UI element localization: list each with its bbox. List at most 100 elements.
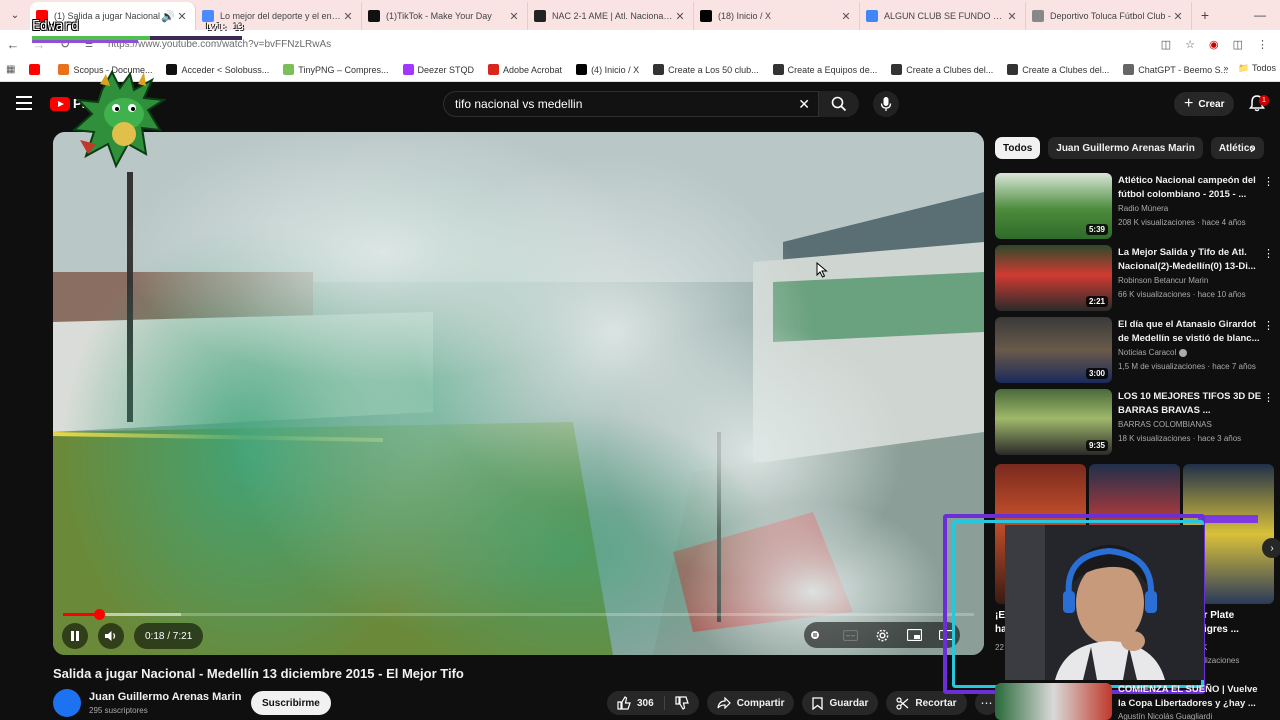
settings-gear-icon[interactable] (874, 627, 890, 643)
recommendation-channel[interactable]: Agustín Nicolás Guagliardi (1118, 712, 1212, 720)
tab-audio-icon[interactable]: 🔊 (161, 10, 175, 23)
tab-close-icon[interactable]: ✕ (1171, 10, 1185, 23)
dragon-mascot-icon (72, 70, 168, 169)
like-button[interactable]: 306 (607, 696, 665, 710)
url-field[interactable]: https://www.youtube.com/watch?v=bvFFNzLR… (108, 39, 1161, 50)
voice-search-button[interactable] (873, 91, 899, 117)
share-label: Compartir (736, 697, 785, 709)
save-button[interactable]: Guardar (802, 691, 879, 715)
bookmark-item[interactable]: ChatGPT - Beemo S... (1123, 64, 1228, 75)
browser-tab[interactable]: ALGUN CLUB SE FUNDO EL 28 ✕ (860, 2, 1026, 30)
bookmark-item[interactable] (29, 64, 44, 75)
install-icon[interactable]: ◫ (1161, 38, 1171, 51)
recommendation-thumbnail[interactable]: 2:21 (995, 245, 1112, 311)
bookmark-item[interactable]: Adobe Acrobat (488, 64, 562, 75)
tab-close-icon[interactable]: ✕ (175, 10, 189, 23)
browser-tab[interactable]: (18) Inicio / X ✕ (694, 2, 860, 30)
progress-bar[interactable] (63, 609, 974, 620)
all-bookmarks[interactable]: » 📁 Todos (1223, 63, 1276, 74)
bookmark-star-icon[interactable]: ☆ (1185, 38, 1195, 51)
bookmark-item[interactable]: Deezer STQD (402, 64, 474, 75)
screen: ⌄ (1) Salida a jugar Nacional 🔊 ✕ Lo mejor … (0, 0, 1280, 720)
filter-chip[interactable]: Todos (995, 137, 1041, 159)
browser-tab[interactable]: (1)TikTok - Make Your Day ✕ (362, 2, 528, 30)
captions-icon[interactable] (842, 627, 858, 643)
subscribe-button[interactable]: Suscribirme (251, 691, 331, 715)
recommendation-item[interactable]: COMIENZA EL SUEÑO | Vuelve la Copa Liber… (995, 683, 1280, 720)
volume-button[interactable] (98, 623, 124, 649)
video-frame[interactable] (53, 132, 984, 655)
bookmark-item[interactable]: Create a Equipos de... (772, 64, 877, 75)
chips-next-icon[interactable]: › (1250, 140, 1255, 156)
miniplayer-icon[interactable] (906, 627, 922, 643)
tab-close-icon[interactable]: ✕ (507, 10, 521, 23)
right-controls (804, 622, 960, 648)
back-icon[interactable]: ← (0, 37, 26, 52)
menu-icon[interactable]: ⋮ (1257, 38, 1268, 51)
extension-icon[interactable]: ◉ (1209, 38, 1219, 51)
recommendation-thumbnail[interactable]: 9:35 (995, 389, 1112, 455)
recommendation-item[interactable]: 5:39 Atlético Nacional campeón del fútbol… (995, 173, 1280, 239)
share-button[interactable]: Compartir (706, 691, 795, 715)
menu-hamburger-icon[interactable] (16, 96, 32, 114)
clear-search-icon[interactable]: ✕ (798, 96, 810, 113)
pause-button[interactable] (62, 623, 88, 649)
recommendation-title[interactable]: El día que el Atanasio Girardot de Medel… (1118, 318, 1264, 346)
channel-name[interactable]: Juan Guillermo Arenas Marin (89, 691, 241, 703)
search-input[interactable]: tifo nacional vs medellin ✕ (443, 91, 819, 117)
recommendation-title[interactable]: LOS 10 MEJORES TIFOS 3D DE BARRAS BRAVAS… (1118, 390, 1264, 418)
recommendation-thumbnail[interactable] (995, 683, 1112, 720)
recommendation-thumbnail[interactable]: 3:00 (995, 317, 1112, 383)
recommendation-channel[interactable]: Radio Múnera (1118, 204, 1168, 213)
tab-close-icon[interactable]: ✕ (839, 10, 853, 23)
puzzle-icon[interactable]: ◫ (1233, 38, 1243, 51)
recommendation-meta: 18 K visualizaciones · hace 3 años (1118, 434, 1242, 443)
recommendation-channel[interactable]: Noticias Caracol (1118, 348, 1188, 357)
recommendation-title[interactable]: Atlético Nacional campeón del fútbol col… (1118, 174, 1264, 202)
bookmark-item[interactable]: (4) Inicio / X (576, 64, 639, 75)
time-display: 0:18 / 7:21 (134, 623, 204, 649)
bookmark-item[interactable]: Create a Clubes del... (891, 64, 993, 75)
tab-close-icon[interactable]: ✕ (1005, 10, 1019, 23)
clip-button[interactable]: Recortar (886, 691, 967, 715)
new-tab-button[interactable]: + (1192, 7, 1218, 23)
recommendation-channel[interactable]: BARRAS COLOMBIANAS (1118, 420, 1212, 429)
recommendation-item[interactable]: 3:00 El día que el Atanasio Girardot de M… (995, 317, 1280, 383)
bookmark-item[interactable]: Create a Clubes del... (1007, 64, 1109, 75)
webcam-accent-stripe (1198, 515, 1258, 523)
recommendation-item[interactable]: 9:35 LOS 10 MEJORES TIFOS 3D DE BARRAS BR… (995, 389, 1280, 455)
filter-chip[interactable]: Atlético (1210, 137, 1264, 159)
filter-chip[interactable]: Juan Guillermo Arenas Marin (1048, 137, 1203, 159)
bookmark-item[interactable]: Acceder < Solobuss... (166, 64, 269, 75)
bookmark-label: Acceder < Solobuss... (181, 64, 270, 75)
bookmark-label: TinyPNG – Compres... (298, 64, 389, 75)
tab-search-icon[interactable]: ⌄ (0, 0, 30, 30)
minimize-icon[interactable]: — (1254, 8, 1266, 22)
browser-tab[interactable]: Deportivo Toluca Fútbol Club - ✕ (1026, 2, 1192, 30)
recommendation-title[interactable]: COMIENZA EL SUEÑO | Vuelve la Copa Liber… (1118, 683, 1264, 711)
recommendation-more-icon[interactable]: ⋮ (1263, 391, 1274, 404)
browser-tab[interactable]: NAC 2-1 AME | Atl. Nacional vs ✕ (528, 2, 694, 30)
recommendation-item[interactable]: 2:21 La Mejor Salida y Tifo de Atl. Nacio… (995, 245, 1280, 311)
bookmark-favicon-icon (58, 64, 70, 75)
recommendation-channel[interactable]: Robinson Betancur Marin (1118, 276, 1208, 285)
dislike-button[interactable] (665, 696, 699, 710)
create-button[interactable]: + Crear (1174, 92, 1235, 116)
bookmark-item[interactable]: TinyPNG – Compres... (283, 64, 389, 75)
tab-close-icon[interactable]: ✕ (673, 10, 687, 23)
video-player[interactable]: 0:18 / 7:21 (53, 132, 984, 655)
shelf-next-icon[interactable]: › (1262, 538, 1280, 558)
channel-avatar[interactable] (53, 689, 81, 717)
recommendation-title[interactable]: La Mejor Salida y Tifo de Atl. Nacional(… (1118, 246, 1264, 274)
recommendation-more-icon[interactable]: ⋮ (1263, 319, 1274, 332)
recommendation-more-icon[interactable]: ⋮ (1263, 247, 1274, 260)
youtube-header: Premi tifo nacional vs medellin ✕ +Crear (0, 84, 1280, 124)
apps-icon[interactable]: ▦ (6, 64, 15, 75)
bookmark-favicon-icon (29, 64, 41, 75)
recommendation-thumbnail[interactable]: 5:39 (995, 173, 1112, 239)
recommendation-more-icon[interactable]: ⋮ (1263, 175, 1274, 188)
bookmark-item[interactable]: Create a Los 50 club... (653, 64, 759, 75)
tab-close-icon[interactable]: ✕ (341, 10, 355, 23)
search-button[interactable] (819, 91, 859, 117)
autoplay-toggle-icon[interactable] (810, 627, 826, 643)
